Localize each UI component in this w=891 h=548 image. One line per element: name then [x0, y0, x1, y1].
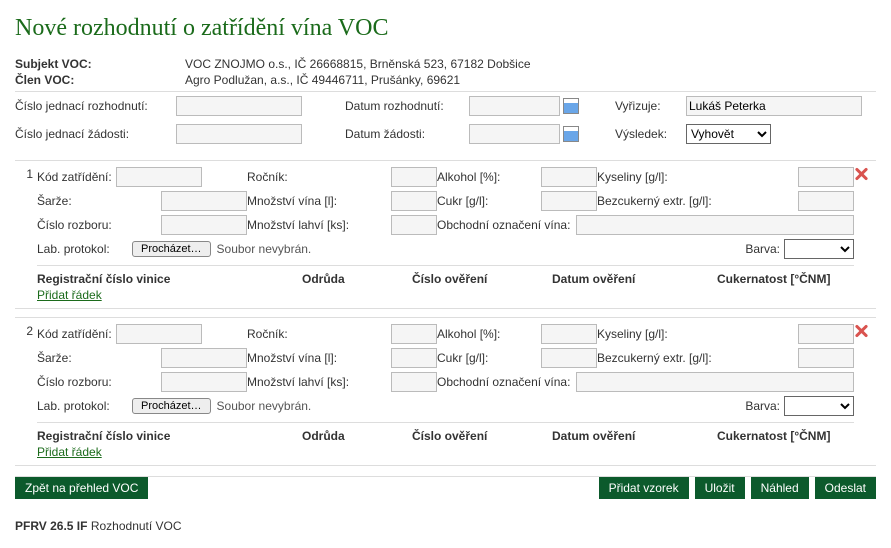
- add-row-link[interactable]: Přidat řádek: [37, 445, 102, 459]
- sugar-input[interactable]: [541, 348, 597, 368]
- th-sugarness: Cukernatost [°ČNM]: [717, 429, 854, 443]
- tradename-input[interactable]: [576, 372, 854, 392]
- footer-title: Rozhodnutí VOC: [91, 519, 182, 533]
- decision-date-label: Datum rozhodnutí:: [345, 99, 463, 113]
- add-sample-button[interactable]: Přidat vzorek: [599, 477, 689, 499]
- file-status: Soubor nevybrán.: [217, 399, 312, 413]
- color-select[interactable]: [784, 239, 854, 259]
- alcohol-input[interactable]: [541, 167, 597, 187]
- decision-no-input[interactable]: [176, 96, 302, 116]
- footer: PFRV 26.5 IF Rozhodnutí VOC: [15, 519, 876, 533]
- decision-no-label: Číslo jednací rozhodnutí:: [15, 99, 170, 113]
- color-label: Barva:: [745, 242, 780, 256]
- bottles-input[interactable]: [391, 372, 437, 392]
- result-label: Výsledek:: [615, 127, 680, 141]
- calendar-icon[interactable]: [563, 98, 579, 114]
- sugarfree-label: Bezcukerný extr. [g/l]:: [597, 351, 712, 365]
- send-button[interactable]: Odeslat: [815, 477, 876, 499]
- sugarfree-input[interactable]: [798, 348, 854, 368]
- sample-index: 2: [15, 318, 37, 465]
- tradename-label: Obchodní označení vína:: [437, 218, 570, 232]
- class-code-label: Kód zatřídění:: [37, 327, 112, 341]
- browse-button[interactable]: Procházet…: [132, 241, 211, 257]
- th-variety: Odrůda: [302, 272, 412, 286]
- sample-index: 1: [15, 161, 37, 308]
- qtyl-label: Množství vína [l]:: [247, 351, 337, 365]
- acids-input[interactable]: [798, 324, 854, 344]
- alcohol-label: Alkohol [%]:: [437, 170, 500, 184]
- analysis-no-label: Číslo rozboru:: [37, 375, 112, 389]
- batch-label: Šarže:: [37, 194, 72, 208]
- qtyl-input[interactable]: [391, 191, 437, 211]
- th-reg: Registrační číslo vinice: [37, 272, 302, 286]
- browse-button[interactable]: Procházet…: [132, 398, 211, 414]
- th-verif-date: Datum ověření: [552, 272, 717, 286]
- th-verif-date: Datum ověření: [552, 429, 717, 443]
- sugarfree-label: Bezcukerný extr. [g/l]:: [597, 194, 712, 208]
- sample-block: 1Kód zatřídění: Ročník: Alkohol [%]: Kyseli…: [15, 160, 876, 309]
- class-code-input[interactable]: [116, 324, 202, 344]
- add-row-link[interactable]: Přidat řádek: [37, 288, 102, 302]
- delete-icon[interactable]: [854, 167, 868, 181]
- analysis-no-input[interactable]: [161, 372, 247, 392]
- analysis-no-input[interactable]: [161, 215, 247, 235]
- class-code-label: Kód zatřídění:: [37, 170, 112, 184]
- year-input[interactable]: [391, 167, 437, 187]
- year-label: Ročník:: [247, 170, 288, 184]
- alcohol-label: Alkohol [%]:: [437, 327, 500, 341]
- result-select[interactable]: Vyhovět: [686, 124, 771, 144]
- qtyl-label: Množství vína [l]:: [247, 194, 337, 208]
- acids-input[interactable]: [798, 167, 854, 187]
- delete-icon[interactable]: [854, 324, 868, 338]
- save-button[interactable]: Uložit: [695, 477, 745, 499]
- tradename-input[interactable]: [576, 215, 854, 235]
- footer-code: PFRV 26.5 IF: [15, 519, 87, 533]
- page-title: Nové rozhodnutí o zatřídění vína VOC: [15, 15, 876, 42]
- acids-label: Kyseliny [g/l]:: [597, 327, 668, 341]
- request-date-label: Datum žádosti:: [345, 127, 463, 141]
- handler-input[interactable]: [686, 96, 862, 116]
- year-label: Ročník:: [247, 327, 288, 341]
- preview-button[interactable]: Náhled: [751, 477, 809, 499]
- sugar-label: Cukr [g/l]:: [437, 351, 488, 365]
- subject-label: Subjekt VOC:: [15, 57, 185, 71]
- request-date-input[interactable]: [469, 124, 560, 144]
- batch-label: Šarže:: [37, 351, 72, 365]
- analysis-no-label: Číslo rozboru:: [37, 218, 112, 232]
- class-code-input[interactable]: [116, 167, 202, 187]
- th-sugarness: Cukernatost [°ČNM]: [717, 272, 854, 286]
- acids-label: Kyseliny [g/l]:: [597, 170, 668, 184]
- batch-input[interactable]: [161, 191, 247, 211]
- th-reg: Registrační číslo vinice: [37, 429, 302, 443]
- file-status: Soubor nevybrán.: [217, 242, 312, 256]
- labprotocol-label: Lab. protokol:: [37, 399, 132, 413]
- qtyl-input[interactable]: [391, 348, 437, 368]
- color-select[interactable]: [784, 396, 854, 416]
- tradename-label: Obchodní označení vína:: [437, 375, 570, 389]
- decision-date-input[interactable]: [469, 96, 560, 116]
- request-no-input[interactable]: [176, 124, 302, 144]
- member-label: Člen VOC:: [15, 73, 185, 87]
- labprotocol-label: Lab. protokol:: [37, 242, 132, 256]
- sugar-label: Cukr [g/l]:: [437, 194, 488, 208]
- sugarfree-input[interactable]: [798, 191, 854, 211]
- color-label: Barva:: [745, 399, 780, 413]
- batch-input[interactable]: [161, 348, 247, 368]
- year-input[interactable]: [391, 324, 437, 344]
- subject-value: VOC ZNOJMO o.s., IČ 26668815, Brněnská 5…: [185, 57, 531, 71]
- member-value: Agro Podlužan, a.s., IČ 49446711, Prušán…: [185, 73, 460, 87]
- bottles-label: Množství lahví [ks]:: [247, 218, 349, 232]
- sample-block: 2Kód zatřídění: Ročník: Alkohol [%]: Kyseli…: [15, 317, 876, 466]
- bottles-label: Množství lahví [ks]:: [247, 375, 349, 389]
- back-button[interactable]: Zpět na přehled VOC: [15, 477, 148, 499]
- request-no-label: Číslo jednací žádosti:: [15, 127, 170, 141]
- alcohol-input[interactable]: [541, 324, 597, 344]
- handler-label: Vyřizuje:: [615, 99, 680, 113]
- calendar-icon[interactable]: [563, 126, 579, 142]
- th-verif-no: Číslo ověření: [412, 429, 552, 443]
- th-variety: Odrůda: [302, 429, 412, 443]
- th-verif-no: Číslo ověření: [412, 272, 552, 286]
- sugar-input[interactable]: [541, 191, 597, 211]
- bottles-input[interactable]: [391, 215, 437, 235]
